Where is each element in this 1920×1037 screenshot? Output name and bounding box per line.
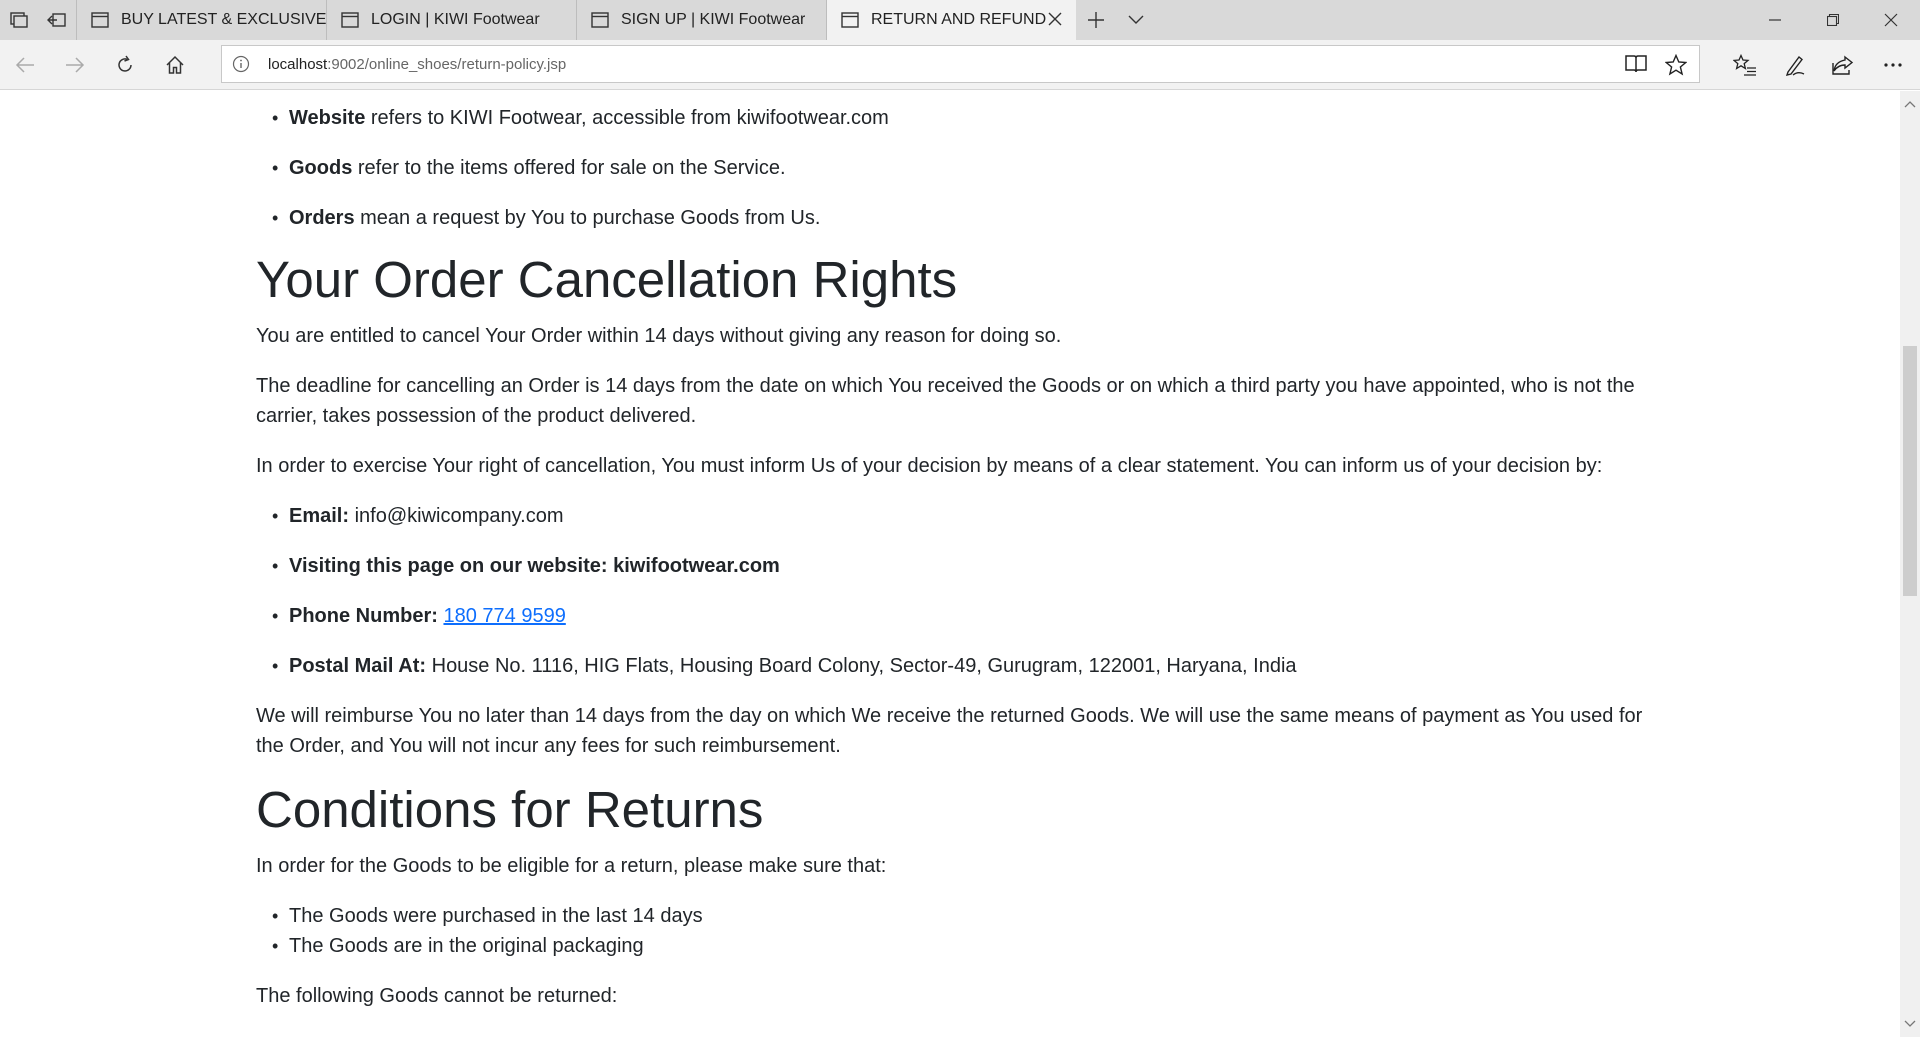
scroll-down-icon[interactable] [1904, 1015, 1916, 1033]
new-tab-icon[interactable] [1076, 0, 1116, 40]
term-goods: Goods [289, 157, 353, 179]
tab-signup[interactable]: SIGN UP | KIWI Footwear [576, 0, 826, 40]
contact-email: Email: info@kiwicompany.com [272, 501, 564, 531]
contact-postal: Postal Mail At: House No. 1116, HIG Flat… [272, 651, 1297, 681]
navigation-bar: localhost:9002/online_shoes/return-polic… [0, 40, 1920, 90]
postal-value: House No. 1116, HIG Flats, Housing Board… [426, 655, 1297, 677]
phone-link[interactable]: 180 774 9599 [443, 605, 565, 627]
favorites-list-icon[interactable] [1720, 40, 1770, 90]
share-icon[interactable] [1818, 40, 1868, 90]
page-viewport: Website refers to KIWI Footwear, accessi… [0, 91, 1900, 1037]
url-host: localhost [268, 56, 328, 73]
reading-view-icon[interactable] [1625, 54, 1647, 79]
definition-website: Website refers to KIWI Footwear, accessi… [272, 103, 889, 133]
cancellation-paragraph-2: The deadline for cancelling an Order is … [256, 375, 1635, 427]
close-tab-icon[interactable] [1046, 10, 1064, 28]
forward-icon[interactable] [50, 40, 100, 90]
definition-text: refers to KIWI Footwear, accessible from [365, 107, 737, 129]
favorite-star-icon[interactable] [1664, 53, 1688, 81]
tab-title: LOGIN | KIWI Footwear [371, 11, 540, 28]
page-icon [341, 12, 359, 28]
returns-heading: Conditions for Returns [256, 781, 764, 838]
definition-text: refer to the items offered for sale on t… [352, 157, 786, 179]
contact-website: Visiting this page on our website: kiwif… [272, 551, 780, 581]
website-domain: kiwifootwear.com [736, 107, 889, 129]
page-icon [591, 12, 609, 28]
tab-strip: BUY LATEST & EXCLUSIVE F LOGIN | KIWI Fo… [0, 0, 1920, 40]
non-returnable-intro: The following Goods cannot be returned: [256, 985, 618, 1007]
visit-label: Visiting this page on our website: kiwif… [289, 555, 780, 577]
definition-orders: Orders mean a request by You to purchase… [272, 203, 821, 233]
returns-intro: In order for the Goods to be eligible fo… [256, 855, 887, 877]
url-text[interactable]: localhost:9002/online_shoes/return-polic… [268, 56, 566, 73]
term-website: Website [289, 107, 366, 129]
definition-goods: Goods refer to the items offered for sal… [272, 153, 786, 183]
pen-notes-icon[interactable] [1770, 40, 1820, 90]
reimbursement-paragraph: We will reimburse You no later than 14 d… [256, 705, 1643, 757]
definition-text: mean a request by You to purchase Goods … [354, 207, 821, 229]
vertical-scrollbar[interactable] [1900, 91, 1920, 1037]
url-path: :9002/online_shoes/return-policy.jsp [327, 56, 567, 73]
info-icon[interactable] [232, 55, 250, 78]
tab-title: RETURN AND REFUND [871, 11, 1047, 28]
postal-label: Postal Mail At: [289, 655, 427, 677]
home-icon[interactable] [150, 40, 200, 90]
tab-manager-icon[interactable] [0, 0, 38, 40]
more-options-icon[interactable] [1868, 40, 1918, 90]
email-value: info@kiwicompany.com [349, 505, 564, 527]
chevron-down-icon[interactable] [1116, 0, 1156, 40]
set-aside-tabs-icon[interactable] [38, 0, 76, 40]
page-icon [91, 12, 109, 28]
page-icon [841, 12, 859, 28]
cancellation-heading: Your Order Cancellation Rights [256, 251, 958, 308]
contact-phone: Phone Number: 180 774 9599 [272, 601, 566, 631]
tab-title: BUY LATEST & EXCLUSIVE F [121, 11, 326, 28]
restore-icon[interactable] [1804, 0, 1862, 40]
tab-login[interactable]: LOGIN | KIWI Footwear [326, 0, 576, 40]
email-label: Email: [289, 505, 350, 527]
address-bar[interactable]: localhost:9002/online_shoes/return-polic… [221, 45, 1700, 83]
term-orders: Orders [289, 207, 355, 229]
back-icon[interactable] [0, 40, 50, 90]
tab-return-refund[interactable]: RETURN AND REFUND [826, 0, 1076, 40]
window-controls [1746, 0, 1920, 40]
tab-title: SIGN UP | KIWI Footwear [621, 11, 806, 28]
minimize-icon[interactable] [1746, 0, 1804, 40]
return-condition-item: The Goods were purchased in the last 14 … [272, 901, 703, 931]
cancellation-paragraph-3: In order to exercise Your right of cance… [256, 455, 1603, 477]
scrollbar-thumb[interactable] [1903, 346, 1917, 596]
return-condition-item: The Goods are in the original packaging [272, 931, 644, 961]
close-window-icon[interactable] [1862, 0, 1920, 40]
phone-label: Phone Number: [289, 605, 438, 627]
refresh-icon[interactable] [100, 40, 150, 90]
tab-home[interactable]: BUY LATEST & EXCLUSIVE F [76, 0, 326, 40]
scroll-up-icon[interactable] [1904, 95, 1916, 113]
cancellation-paragraph-1: You are entitled to cancel Your Order wi… [256, 325, 1062, 347]
